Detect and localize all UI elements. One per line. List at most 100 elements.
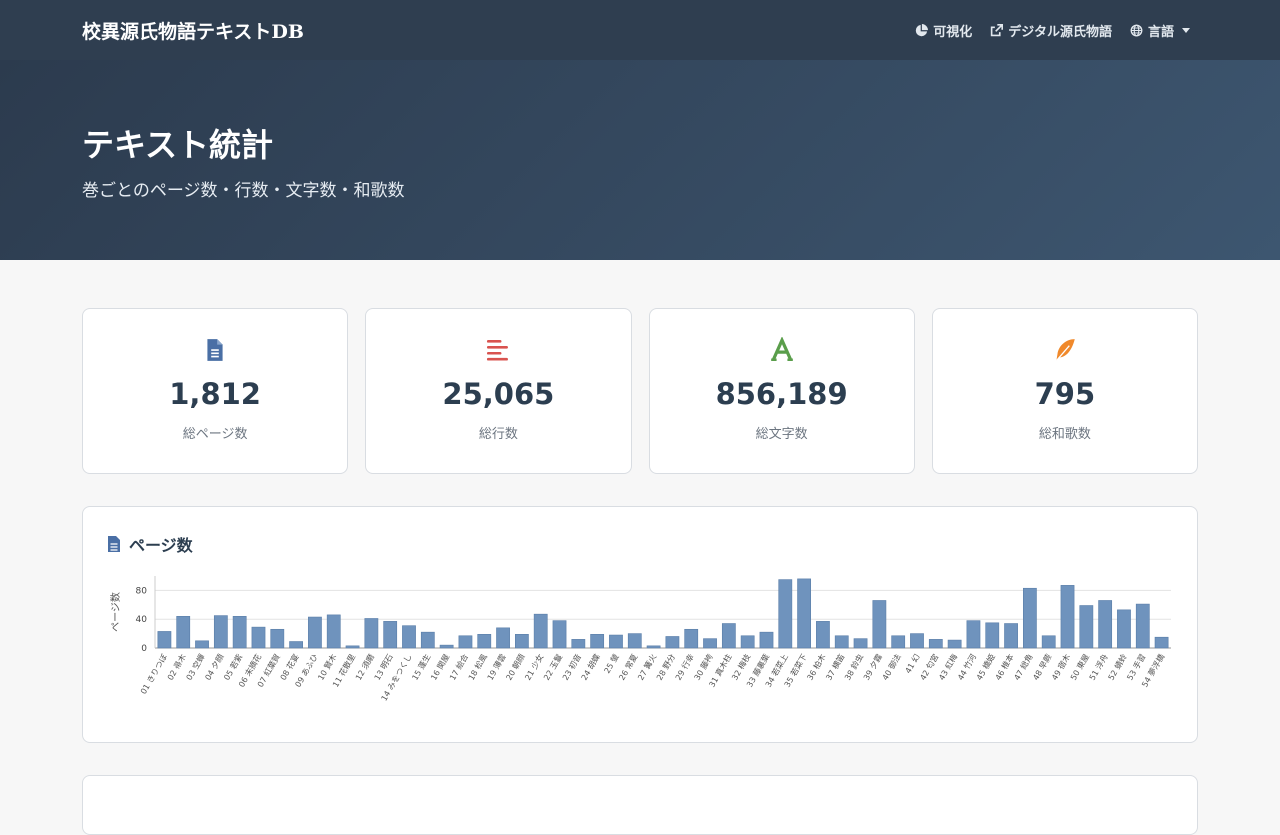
bar: [383, 621, 398, 649]
bar: [834, 635, 849, 649]
bar: [1004, 623, 1018, 649]
bar: [928, 639, 943, 649]
page-count-chart: ページ数0408001 きりつぼ02 帚木03 空蟬04 夕顔05 若紫06 末…: [109, 576, 1171, 703]
bar: [1135, 603, 1150, 649]
page-title: テキスト統計: [82, 126, 274, 164]
file-icon: [108, 536, 120, 552]
bar: [308, 616, 322, 649]
stats-cards: 1,812 総ページ数 25,065 総行数 856,189 総文字数 795 …: [82, 308, 1198, 474]
stat-value: 25,065: [442, 377, 555, 411]
bar: [646, 645, 661, 649]
bar: [853, 638, 868, 649]
stat-value: 795: [1034, 377, 1096, 411]
bar: [1023, 587, 1037, 649]
bar: [345, 645, 360, 649]
bar: [1041, 635, 1056, 649]
bar: [627, 633, 642, 649]
file-icon: [207, 339, 223, 361]
feather-icon: [1055, 339, 1075, 362]
bar: [533, 613, 548, 649]
stat-card-chars: 856,189 総文字数: [648, 308, 915, 474]
y-tick-label: 0: [141, 644, 147, 654]
stat-label: 総文字数: [755, 427, 808, 442]
bar: [402, 625, 416, 649]
pie-chart-icon: [916, 23, 929, 36]
bar: [496, 627, 510, 649]
y-tick-label: 80: [136, 586, 148, 596]
bar: [797, 578, 811, 649]
nav-language-dropdown[interactable]: 言語: [1130, 21, 1190, 40]
bar: [665, 636, 680, 649]
bar: [778, 579, 793, 649]
caret-down-icon: [1182, 27, 1190, 33]
x-tick-label: 41 幻: [903, 652, 922, 675]
bar: [477, 634, 492, 649]
bar: [176, 616, 191, 649]
bar: [609, 634, 623, 649]
page-subtitle: 巻ごとのページ数・行数・文字数・和歌数: [82, 181, 405, 201]
stat-card-pages: 1,812 総ページ数: [82, 308, 349, 474]
next-panel: [82, 775, 1198, 835]
x-tick-label: 25 螢: [602, 652, 621, 675]
bar: [721, 623, 736, 649]
bar: [703, 638, 717, 649]
globe-icon: [1130, 24, 1143, 36]
navbar: 校異源氏物語テキストDB 可視化 デジタル源氏物語 言語: [0, 0, 1280, 60]
stat-card-waka: 795 総和歌数: [931, 308, 1198, 474]
panel-title: ページ数: [107, 532, 193, 556]
bar: [552, 620, 567, 649]
bar: [1079, 605, 1094, 649]
bar: [872, 600, 887, 649]
nav-digital-genji[interactable]: デジタル源氏物語: [990, 21, 1112, 40]
nav-visualization[interactable]: 可視化: [915, 21, 972, 40]
bar: [684, 628, 699, 649]
bar: [439, 644, 454, 649]
x-tick-label: 24 胡蝶: [579, 652, 602, 682]
bar: [590, 634, 605, 649]
bar: [966, 620, 981, 649]
bar: [213, 615, 228, 649]
bar: [1117, 609, 1131, 649]
nav-menu: 可視化 デジタル源氏物語 言語: [915, 21, 1190, 40]
y-tick-label: 40: [136, 615, 148, 625]
stat-label: 総ページ数: [182, 427, 248, 442]
bar: [1098, 600, 1113, 649]
bar: [515, 634, 529, 649]
page-count-panel: ページ数 ページ数 0 40 80 01 きりつぼ 02 帚木 03 空蟬 04 夕顔 05 若…: [82, 506, 1198, 743]
y-axis-label: ページ数: [109, 592, 122, 632]
bar: [1060, 585, 1075, 649]
bar: [910, 633, 924, 649]
bar: [891, 635, 906, 649]
bar: [326, 614, 341, 649]
bar: [157, 631, 172, 649]
external-link-icon: [991, 23, 1004, 36]
bar: [740, 635, 755, 649]
stat-card-lines: 25,065 総行数: [365, 308, 632, 474]
bar: [270, 628, 285, 649]
bar: [458, 635, 473, 649]
align-left-icon: [487, 340, 509, 361]
x-tick-label: 01 きりつぼ: [139, 653, 169, 696]
stat-label: 総行数: [478, 427, 518, 442]
bar: [1154, 636, 1169, 649]
brand-link[interactable]: 校異源氏物語テキストDB: [82, 17, 304, 44]
nav-language-label: 言語: [1147, 24, 1174, 40]
bar: [947, 639, 962, 649]
bar: [816, 621, 830, 649]
stat-value: 1,812: [169, 377, 261, 411]
bar: [232, 616, 247, 649]
bar: [420, 631, 435, 649]
bar: [289, 641, 303, 649]
font-icon: [770, 337, 793, 362]
hero-banner: テキスト統計 巻ごとのページ数・行数・文字数・和歌数: [0, 60, 1280, 260]
bar: [571, 639, 586, 649]
bar: [759, 631, 774, 649]
nav-digital-genji-label: デジタル源氏物語: [1008, 24, 1112, 40]
stat-label: 総和歌数: [1038, 427, 1091, 442]
stat-value: 856,189: [715, 377, 848, 411]
bar: [195, 640, 209, 649]
panel-title-text: ページ数: [129, 536, 193, 555]
bar: [251, 626, 266, 649]
nav-visualization-label: 可視化: [933, 24, 973, 40]
x-tick-label: 40 御法: [880, 652, 903, 682]
